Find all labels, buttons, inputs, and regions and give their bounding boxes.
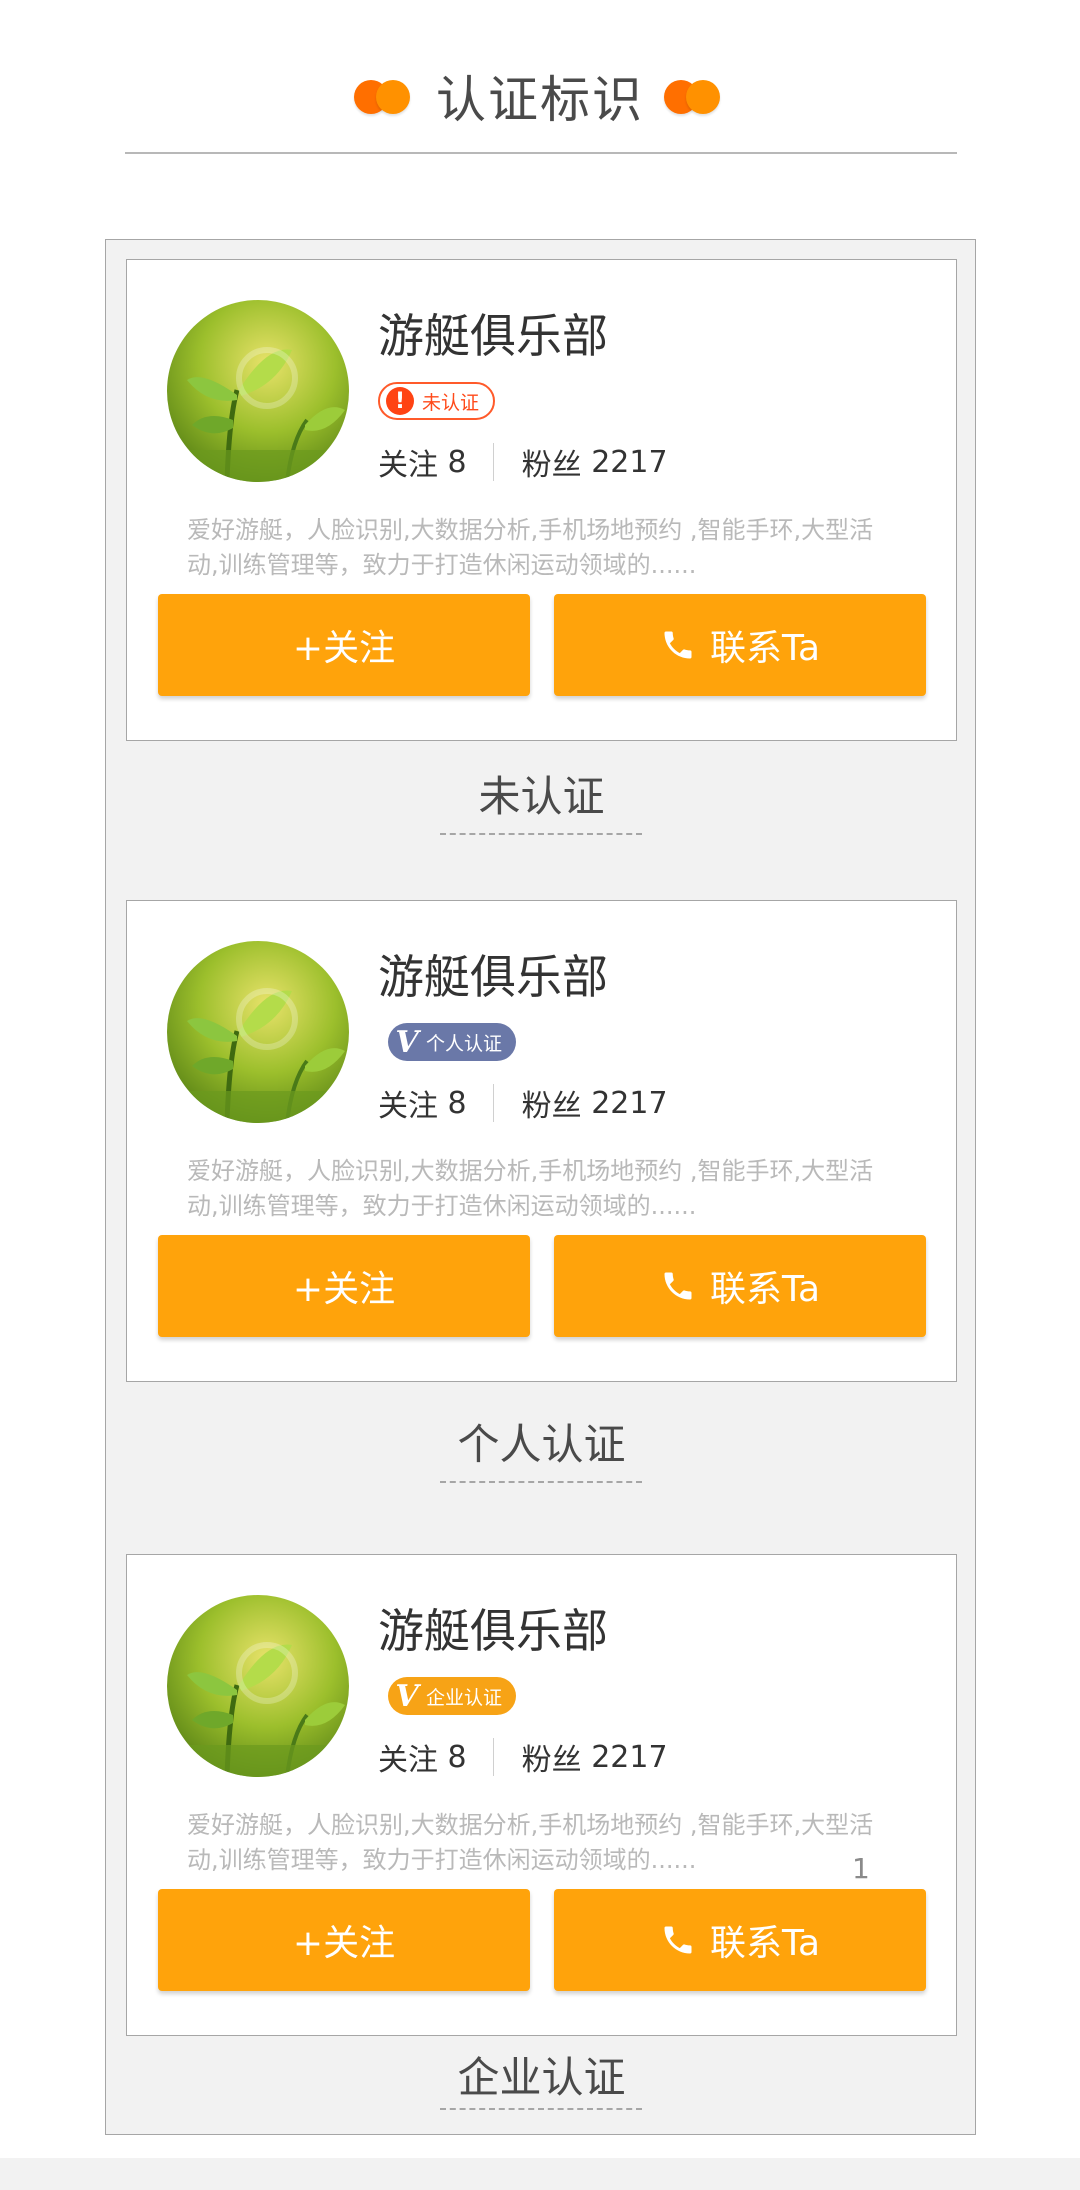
follow-stats: 关注 8 粉丝 2217 bbox=[378, 1737, 668, 1778]
caption-dashed-line bbox=[440, 1481, 642, 1483]
enterprise-verified-badge: V 企业认证 bbox=[388, 1677, 517, 1715]
bottom-bar bbox=[0, 2158, 1080, 2190]
contact-button[interactable]: 联系Ta bbox=[554, 1235, 926, 1337]
contact-button[interactable]: 联系Ta bbox=[554, 594, 926, 696]
v-icon: V bbox=[395, 1678, 419, 1714]
stats-divider bbox=[492, 1084, 494, 1122]
caption-dashed-line bbox=[440, 833, 642, 835]
phone-icon bbox=[660, 1268, 696, 1304]
profile-card-unverified: 游艇俱乐部 ! 未认证 关注 8 粉丝 2217 爱好游艇，人脸识别,大数据分析… bbox=[126, 259, 957, 741]
following-label: 关注 bbox=[378, 448, 438, 483]
follow-button-label: +关注 bbox=[292, 1923, 396, 1964]
fans-label: 粉丝 bbox=[521, 448, 582, 483]
stats-divider bbox=[492, 1738, 494, 1776]
badge-label: 未认证 bbox=[422, 391, 480, 414]
caption-dashed-line bbox=[440, 2108, 642, 2110]
avatar[interactable] bbox=[167, 1595, 349, 1777]
following-label: 关注 bbox=[378, 1743, 438, 1778]
contact-button-label: 联系Ta bbox=[709, 1923, 821, 1964]
phone-icon bbox=[660, 1922, 696, 1958]
card-caption: 个人认证 bbox=[457, 1420, 626, 1469]
personal-verified-badge: V 个人认证 bbox=[388, 1023, 517, 1061]
badge-showcase-panel: 游艇俱乐部 ! 未认证 关注 8 粉丝 2217 爱好游艇，人脸识别,大数据分析… bbox=[105, 239, 976, 2135]
follow-stats: 关注 8 粉丝 2217 bbox=[378, 442, 668, 483]
unverified-badge: ! 未认证 bbox=[378, 382, 496, 420]
stats-divider bbox=[492, 443, 494, 481]
following-count: 8 bbox=[447, 1085, 467, 1121]
page-title: 认证标识 bbox=[436, 71, 644, 129]
club-description: 爱好游艇，人脸识别,大数据分析,手机场地预约 ,智能手环,大型活动,训练管理等，… bbox=[187, 1811, 874, 1874]
profile-card-personal: 游艇俱乐部 V 个人认证 关注 8 粉丝 2217 爱好游艇，人脸识别,大数据分… bbox=[126, 900, 957, 1382]
club-description: 爱好游艇，人脸识别,大数据分析,手机场地预约 ,智能手环,大型活动,训练管理等，… bbox=[187, 516, 874, 579]
avatar[interactable] bbox=[167, 300, 349, 482]
contact-button-label: 联系Ta bbox=[709, 1269, 821, 1310]
contact-button-label: 联系Ta bbox=[709, 628, 821, 669]
fans-count: 2217 bbox=[591, 1739, 668, 1775]
following-count: 8 bbox=[447, 444, 467, 480]
follow-button[interactable]: +关注 bbox=[158, 1235, 530, 1337]
exclamation-icon: ! bbox=[386, 387, 414, 415]
club-name: 游艇俱乐部 bbox=[378, 950, 608, 1004]
following-count: 8 bbox=[447, 1739, 467, 1775]
club-name: 游艇俱乐部 bbox=[378, 1604, 608, 1658]
follow-button-label: +关注 bbox=[292, 1269, 396, 1310]
badge-label: 企业认证 bbox=[426, 1686, 503, 1709]
club-description: 爱好游艇，人脸识别,大数据分析,手机场地预约 ,智能手环,大型活动,训练管理等，… bbox=[187, 1157, 874, 1220]
fans-label: 粉丝 bbox=[521, 1743, 582, 1778]
follow-stats: 关注 8 粉丝 2217 bbox=[378, 1083, 668, 1124]
follow-button[interactable]: +关注 bbox=[158, 594, 530, 696]
card-caption: 企业认证 bbox=[457, 2053, 626, 2102]
follow-button-label: +关注 bbox=[292, 628, 396, 669]
club-name: 游艇俱乐部 bbox=[378, 309, 608, 363]
follow-button[interactable]: +关注 bbox=[158, 1889, 530, 1991]
avatar[interactable] bbox=[167, 941, 349, 1123]
following-label: 关注 bbox=[378, 1089, 438, 1124]
card-caption: 未认证 bbox=[478, 772, 605, 821]
fans-count: 2217 bbox=[591, 444, 668, 480]
header-divider bbox=[125, 152, 957, 154]
badge-label: 个人认证 bbox=[426, 1032, 503, 1055]
fans-count: 2217 bbox=[591, 1085, 668, 1121]
phone-icon bbox=[660, 627, 696, 663]
v-icon: V bbox=[395, 1024, 419, 1060]
contact-button[interactable]: 联系Ta bbox=[554, 1889, 926, 1991]
page-header: 认证标识 bbox=[0, 0, 1080, 156]
page-number: 1 bbox=[852, 1852, 870, 1885]
fans-label: 粉丝 bbox=[521, 1089, 582, 1124]
profile-card-enterprise: 游艇俱乐部 V 企业认证 关注 8 粉丝 2217 爱好游艇，人脸识别,大数据分… bbox=[126, 1554, 957, 2036]
orange-dots-icon bbox=[664, 80, 722, 114]
